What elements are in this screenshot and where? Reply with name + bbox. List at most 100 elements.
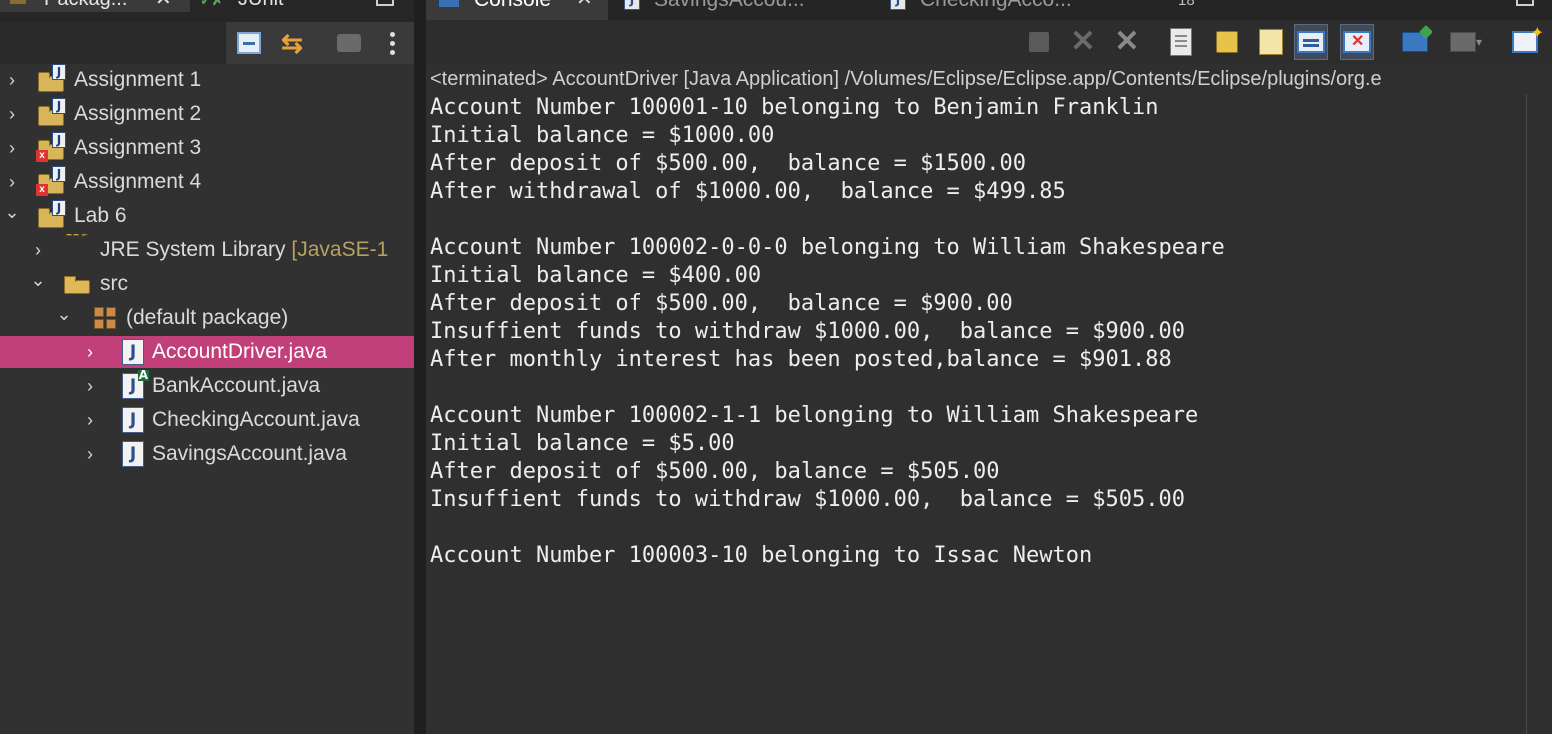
tree-item-assignment-1[interactable]: › J Assignment 1 <box>0 64 414 96</box>
open-console-icon <box>1512 23 1544 53</box>
console-output[interactable]: Account Number 100001-10 belonging to Be… <box>430 94 1526 734</box>
tree-item-jre-library[interactable]: › JRE System Library [JavaSE-1 <box>0 234 414 266</box>
show-on-stderr-button[interactable] <box>1340 24 1374 60</box>
close-icon[interactable]: ✕ <box>576 0 593 11</box>
tree-item-src[interactable]: ⌄ src <box>0 268 414 300</box>
view-menu-button[interactable] <box>378 29 406 57</box>
terminate-button[interactable] <box>1022 24 1056 60</box>
java-project-icon: J <box>38 200 68 230</box>
console-line: After deposit of $500.00, balance = $505… <box>430 459 1000 484</box>
link-with-editor-icon: ⇆ <box>281 28 303 58</box>
show-on-stdout-icon <box>1297 31 1325 53</box>
explorer-toolbar: ⇆ <box>0 22 414 64</box>
console-line: Account Number 100003-10 belonging to Is… <box>430 543 1093 568</box>
tree-item-accountdriver[interactable]: › J AccountDriver.java <box>0 336 414 368</box>
chevron-right-icon[interactable]: › <box>82 404 98 436</box>
chevron-down-icon[interactable]: ⌄ <box>4 200 20 228</box>
tab-label: Packag... <box>44 0 127 11</box>
show-on-stderr-icon <box>1343 31 1371 53</box>
maximize-icon[interactable] <box>1516 0 1534 6</box>
java-file-icon: J <box>122 339 152 366</box>
maximize-icon[interactable] <box>376 0 394 6</box>
tree-item-label: Assignment 3 <box>74 136 202 159</box>
chevron-right-icon[interactable]: › <box>82 336 98 368</box>
java-file-icon: J <box>624 0 640 10</box>
word-wrap-icon <box>1259 29 1283 55</box>
chevron-down-icon: ▾ <box>1475 35 1483 49</box>
right-tab-bar: Console ✕ J SavingsAccou... J CheckingAc… <box>426 0 1552 20</box>
java-project-error-icon: Jx <box>36 132 68 162</box>
tree-item-label: JRE System Library <box>100 238 286 261</box>
tab-label: CheckingAcco... <box>920 0 1072 12</box>
chevron-down-icon[interactable]: ⌄ <box>30 268 46 296</box>
console-scrollbar[interactable] <box>1526 94 1527 734</box>
pin-console-button[interactable] <box>1398 24 1432 60</box>
tree-item-label: (default package) <box>126 306 289 329</box>
scroll-lock-icon <box>1216 31 1238 53</box>
display-console-button[interactable]: ▾ <box>1442 24 1490 60</box>
chevron-down-icon[interactable]: ⌄ <box>56 302 72 330</box>
word-wrap-button[interactable] <box>1254 24 1288 60</box>
java-file-icon: J <box>122 407 152 434</box>
close-icon[interactable]: ✕ <box>155 0 172 11</box>
pin-console-icon <box>1402 32 1428 52</box>
console-pane: Console ✕ J SavingsAccou... J CheckingAc… <box>426 0 1552 734</box>
chevron-right-icon[interactable]: › <box>82 438 98 470</box>
tab-junit[interactable]: ✓✗ JUnit <box>200 0 340 12</box>
chevron-right-icon[interactable]: › <box>82 370 98 402</box>
tab-label: JUnit <box>238 0 284 11</box>
chevron-right-icon[interactable]: › <box>4 64 20 96</box>
terminate-icon <box>1029 32 1049 52</box>
package-icon <box>94 306 124 332</box>
chevron-right-icon[interactable]: › <box>4 166 20 198</box>
tree-item-label: SavingsAccount.java <box>152 442 347 465</box>
collapse-all-button[interactable] <box>235 29 263 57</box>
console-toolbar: ✕ ✕ ▾ <box>426 20 1552 64</box>
remove-launch-button[interactable]: ✕ <box>1066 24 1100 60</box>
tree-item-assignment-2[interactable]: › J Assignment 2 <box>0 98 414 130</box>
console-icon <box>438 0 460 8</box>
pane-splitter[interactable] <box>414 0 426 734</box>
clear-console-icon <box>1170 28 1192 56</box>
tab-checkingaccount[interactable]: J CheckingAcco... <box>890 0 1130 20</box>
tab-savingsaccount[interactable]: J SavingsAccou... <box>624 0 864 20</box>
show-on-stdout-button[interactable] <box>1294 24 1328 60</box>
tree-item-assignment-3[interactable]: › Jx Assignment 3 <box>0 132 414 164</box>
scroll-lock-button[interactable] <box>1210 24 1244 60</box>
java-file-icon: J <box>890 0 906 10</box>
console-line: Initial balance = $5.00 <box>430 431 735 456</box>
chevron-right-icon[interactable]: › <box>4 132 20 164</box>
java-project-icon: J <box>38 64 68 94</box>
console-line: Account Number 100002-1-1 belonging to W… <box>430 403 1199 428</box>
console-line: Insuffient funds to withdraw $1000.00, b… <box>430 487 1185 512</box>
console-line: After withdrawal of $1000.00, balance = … <box>430 179 1066 204</box>
console-line: Initial balance = $1000.00 <box>430 123 775 148</box>
open-console-button[interactable] <box>1502 23 1548 60</box>
tab-console[interactable]: Console ✕ <box>426 0 608 20</box>
chevron-right-icon[interactable]: › <box>30 234 46 266</box>
tree-item-bankaccount[interactable]: › JA BankAccount.java <box>0 370 414 402</box>
tree-item-assignment-4[interactable]: › Jx Assignment 4 <box>0 166 414 198</box>
focus-button[interactable] <box>335 29 363 57</box>
console-line: Insuffient funds to withdraw $1000.00, b… <box>430 319 1185 344</box>
tree-item-savingsaccount[interactable]: › J SavingsAccount.java <box>0 438 414 470</box>
remove-all-terminated-button[interactable]: ✕ <box>1110 24 1144 60</box>
tree-item-lab-6[interactable]: ⌄ J Lab 6 <box>0 200 414 232</box>
java-abstract-file-icon: JA <box>122 370 152 400</box>
clear-console-button[interactable] <box>1164 24 1198 60</box>
abstract-badge: A <box>137 370 149 382</box>
tree-item-label: src <box>100 272 128 295</box>
java-file-icon: J <box>122 441 152 468</box>
tree-item-label: AccountDriver.java <box>152 340 328 363</box>
link-with-editor-button[interactable]: ⇆ <box>278 29 306 57</box>
source-folder-icon <box>64 272 94 298</box>
view-menu-icon <box>389 31 395 55</box>
chevron-right-icon[interactable]: › <box>4 98 20 130</box>
junit-icon: ✓✗ <box>200 0 224 8</box>
tab-package-explorer[interactable]: Packag... ✕ <box>0 0 190 12</box>
tree-item-checkingaccount[interactable]: › J CheckingAccount.java <box>0 404 414 436</box>
tree-item-default-package[interactable]: ⌄ (default package) <box>0 302 414 334</box>
